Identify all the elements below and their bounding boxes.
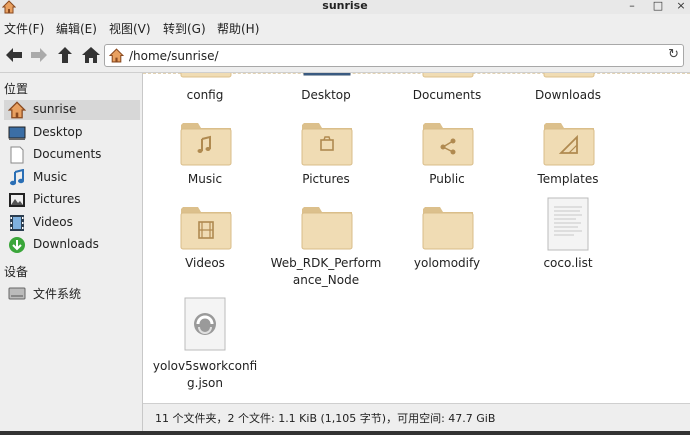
folder-pictures-icon (301, 123, 353, 166)
folder-icon (301, 207, 353, 250)
sidebar-item-label: 文件系统 (33, 287, 82, 301)
sidebar-item-sunrise[interactable]: sunrise (4, 100, 140, 120)
document-icon (8, 146, 26, 164)
back-button[interactable] (3, 44, 25, 66)
close-icon[interactable]: × (675, 0, 687, 12)
folder-video-icon (180, 207, 232, 250)
places-header: 位置 (4, 82, 29, 96)
reload-icon[interactable]: ↻ (668, 47, 679, 62)
location-path[interactable]: /home/sunrise/ (129, 49, 219, 63)
window-title: sunrise (322, 0, 368, 12)
folder-icon (422, 207, 474, 250)
menu-bar: 文件(F) 编辑(E) 视图(V) 转到(G) 帮助(H) (0, 14, 690, 40)
menu-view[interactable]: 视图(V) (109, 20, 151, 37)
minimize-icon[interactable]: – (626, 0, 638, 12)
sidebar-item-label: Pictures (33, 192, 81, 206)
pictures-icon (8, 191, 26, 209)
folder-templates-icon (543, 123, 595, 166)
file-view[interactable]: config Desktop Documents Downloads Music… (143, 73, 690, 403)
title-bar: sunrise – □ × (0, 0, 690, 14)
home-button[interactable] (80, 44, 102, 66)
sidebar-item-desktop[interactable]: Desktop (4, 123, 140, 143)
sidebar-item-videos[interactable]: Videos (4, 213, 140, 233)
folder-share-icon (422, 123, 474, 166)
folder-music-icon (180, 123, 232, 166)
sidebar-item-label: Videos (33, 215, 73, 229)
menu-go[interactable]: 转到(G) (163, 20, 206, 37)
download-icon (8, 236, 26, 254)
window-border (0, 431, 690, 435)
sidebar-item-label: Documents (33, 147, 102, 161)
text-file-icon (547, 197, 589, 251)
sidebar-item-label: Music (33, 170, 68, 184)
home-icon (82, 47, 100, 63)
folder-icon (180, 73, 232, 78)
sidebar: 位置 sunrise Desktop Documents Music Pictu… (0, 73, 143, 435)
devices-header: 设备 (4, 265, 29, 279)
desktop-icon (8, 124, 26, 142)
up-button[interactable] (54, 44, 76, 66)
location-bar[interactable]: /home/sunrise/ ↻ (104, 44, 684, 67)
folder-icon (422, 73, 474, 78)
home-icon (7, 101, 27, 119)
home-icon (108, 48, 125, 66)
folder-icon (543, 73, 595, 78)
json-file-icon (184, 297, 226, 351)
arrow-left-icon (6, 48, 22, 62)
desktop-icon (303, 73, 351, 76)
sidebar-item-pictures[interactable]: Pictures (4, 190, 140, 210)
sidebar-item-label: Desktop (33, 125, 83, 139)
sidebar-item-downloads[interactable]: Downloads (4, 235, 140, 255)
video-icon (8, 214, 26, 232)
menu-file[interactable]: 文件(F) (4, 20, 44, 37)
sidebar-item-filesystem[interactable]: 文件系统 (4, 283, 140, 303)
sidebar-item-label: sunrise (33, 102, 77, 116)
sidebar-item-music[interactable]: Music (4, 168, 140, 188)
status-text: 11 个文件夹，2 个文件: 1.1 KiB (1,105 字节)，可用空间: … (155, 412, 496, 425)
sidebar-item-documents[interactable]: Documents (4, 145, 140, 165)
arrow-right-icon (31, 48, 47, 62)
maximize-icon[interactable]: □ (652, 0, 664, 12)
music-icon (8, 168, 26, 187)
menu-help[interactable]: 帮助(H) (217, 20, 259, 37)
arrow-up-icon (58, 47, 72, 63)
sidebar-item-label: Downloads (33, 237, 99, 251)
forward-button[interactable] (28, 44, 50, 66)
menu-edit[interactable]: 编辑(E) (56, 20, 97, 37)
drive-icon (8, 284, 26, 302)
status-bar: 11 个文件夹，2 个文件: 1.1 KiB (1,105 字节)，可用空间: … (143, 403, 690, 432)
